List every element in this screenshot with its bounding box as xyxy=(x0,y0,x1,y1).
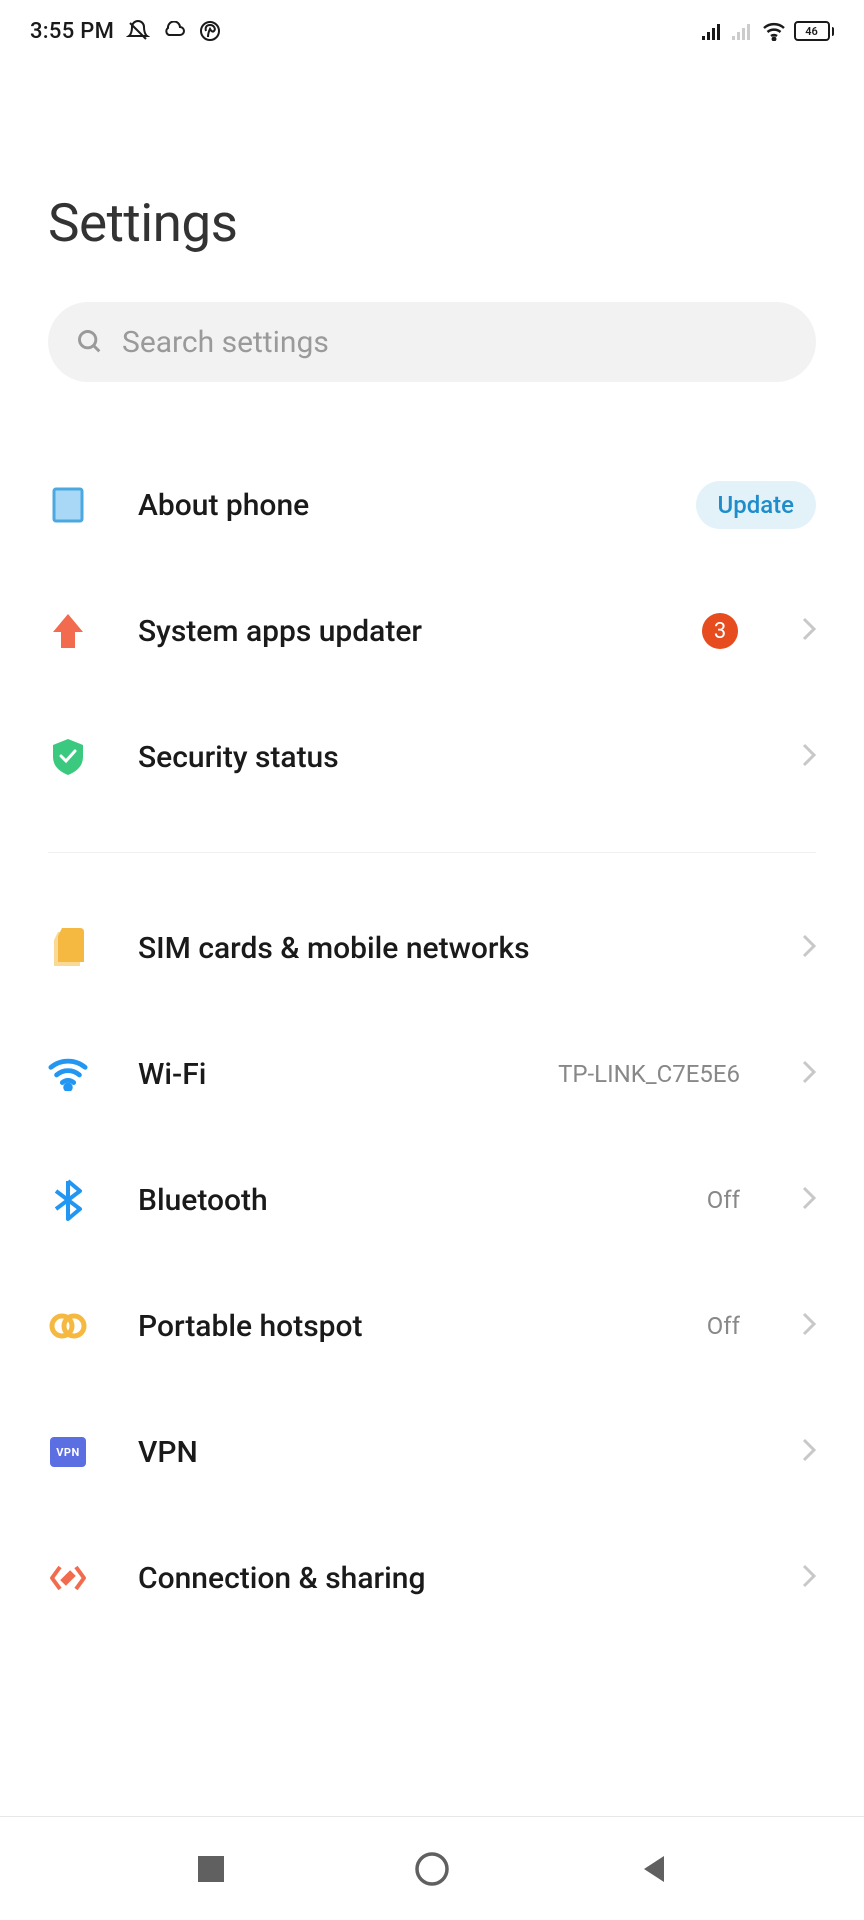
update-pill[interactable]: Update xyxy=(696,481,817,529)
home-button[interactable] xyxy=(412,1849,452,1889)
settings-item-bluetooth[interactable]: Bluetooth Off xyxy=(48,1137,816,1263)
item-label: Connection & sharing xyxy=(138,1561,752,1596)
battery-level: 46 xyxy=(794,21,830,41)
item-label: About phone xyxy=(138,488,646,523)
divider xyxy=(48,852,816,853)
battery-indicator: 46 xyxy=(794,21,835,41)
phone-icon xyxy=(48,485,88,525)
chevron-right-icon xyxy=(802,1438,816,1466)
wifi-icon xyxy=(762,21,786,41)
search-icon xyxy=(76,328,104,356)
arrow-up-icon xyxy=(48,611,88,651)
count-badge: 3 xyxy=(702,613,738,649)
navigation-bar xyxy=(0,1816,864,1920)
recent-apps-button[interactable] xyxy=(191,1849,231,1889)
status-time: 3:55 PM xyxy=(30,19,114,44)
item-label: SIM cards & mobile networks xyxy=(138,931,752,966)
wifi-setting-icon xyxy=(48,1054,88,1094)
bluetooth-icon xyxy=(48,1180,88,1220)
item-label: VPN xyxy=(138,1435,752,1470)
item-label: Portable hotspot xyxy=(138,1309,657,1344)
item-label: System apps updater xyxy=(138,614,652,649)
settings-item-connection[interactable]: Connection & sharing xyxy=(48,1515,816,1641)
pinterest-icon xyxy=(198,19,222,43)
settings-content: Settings About phone Update xyxy=(0,62,864,1816)
settings-list: About phone Update System apps updater 3 xyxy=(48,442,816,1641)
chevron-right-icon xyxy=(802,1060,816,1088)
chevron-right-icon xyxy=(802,743,816,771)
shield-icon xyxy=(48,737,88,777)
settings-item-sim[interactable]: SIM cards & mobile networks xyxy=(48,885,816,1011)
vpn-icon: VPN xyxy=(48,1432,88,1472)
item-value: Off xyxy=(707,1312,740,1340)
chevron-right-icon xyxy=(802,934,816,962)
settings-item-hotspot[interactable]: Portable hotspot Off xyxy=(48,1263,816,1389)
chevron-right-icon xyxy=(802,1312,816,1340)
status-bar: 3:55 PM xyxy=(0,0,864,62)
page-title: Settings xyxy=(48,192,816,254)
notification-muted-icon xyxy=(126,19,150,43)
sim-icon xyxy=(48,928,88,968)
chevron-right-icon xyxy=(802,617,816,645)
settings-item-security[interactable]: Security status xyxy=(48,694,816,820)
search-input[interactable] xyxy=(122,325,788,360)
status-left: 3:55 PM xyxy=(30,19,222,44)
item-value: TP-LINK_C7E5E6 xyxy=(558,1060,740,1088)
connection-icon xyxy=(48,1558,88,1598)
cloud-icon xyxy=(162,21,186,41)
hotspot-icon xyxy=(48,1306,88,1346)
status-right: 46 xyxy=(702,21,835,41)
signal-icon-1 xyxy=(702,22,724,40)
search-box[interactable] xyxy=(48,302,816,382)
chevron-right-icon xyxy=(802,1186,816,1214)
chevron-right-icon xyxy=(802,1564,816,1592)
settings-item-wifi[interactable]: Wi-Fi TP-LINK_C7E5E6 xyxy=(48,1011,816,1137)
item-label: Bluetooth xyxy=(138,1183,657,1218)
settings-item-vpn[interactable]: VPN VPN xyxy=(48,1389,816,1515)
item-label: Wi-Fi xyxy=(138,1057,508,1092)
settings-item-system-apps[interactable]: System apps updater 3 xyxy=(48,568,816,694)
item-value: Off xyxy=(707,1186,740,1214)
back-button[interactable] xyxy=(633,1849,673,1889)
settings-item-about-phone[interactable]: About phone Update xyxy=(48,442,816,568)
signal-icon-2 xyxy=(732,22,754,40)
item-label: Security status xyxy=(138,740,752,775)
